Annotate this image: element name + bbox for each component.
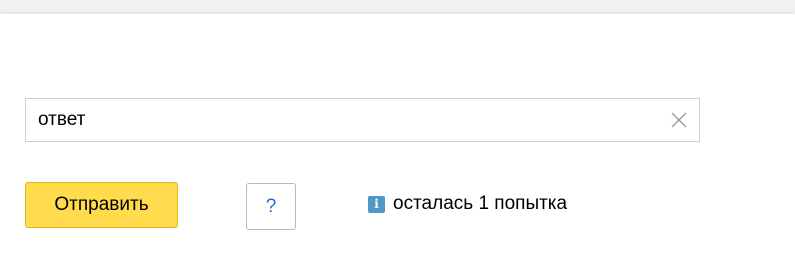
close-icon[interactable] — [669, 110, 689, 130]
answer-panel: Отправить ? i осталась 1 попытка — [0, 14, 795, 277]
attempts-status: i осталась 1 попытка — [368, 193, 567, 215]
answer-field[interactable] — [25, 98, 700, 142]
answer-input[interactable] — [38, 99, 658, 141]
info-icon: i — [368, 195, 385, 213]
attempts-remaining-text: осталась 1 попытка — [393, 193, 568, 214]
help-button[interactable]: ? — [246, 183, 296, 230]
submit-button[interactable]: Отправить — [25, 182, 178, 228]
